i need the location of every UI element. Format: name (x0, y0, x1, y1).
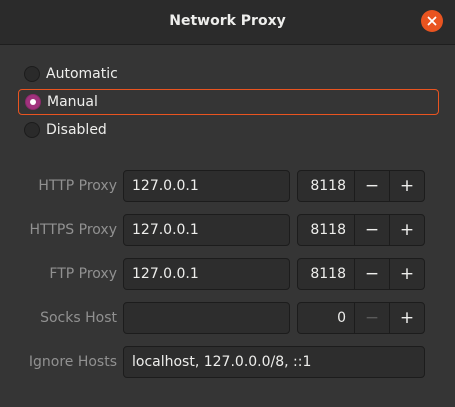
socks-host-label: Socks Host (40, 310, 117, 326)
mode-disabled-label: Disabled (46, 122, 107, 138)
http-proxy-label: HTTP Proxy (38, 178, 117, 194)
ftp-proxy-host-input[interactable]: 127.0.0.1 (123, 258, 290, 290)
dialog-title: Network Proxy (169, 13, 286, 29)
ftp-proxy-port-value[interactable]: 8118 (298, 259, 354, 289)
network-proxy-dialog: Network Proxy Automatic Manual Disabled … (0, 0, 455, 407)
https-port-decrement-button[interactable]: − (354, 215, 389, 245)
ignore-hosts-label: Ignore Hosts (28, 354, 117, 370)
https-proxy-port-value[interactable]: 8118 (298, 215, 354, 245)
http-proxy-port-spinner: 8118 − + (297, 170, 425, 202)
http-proxy-port-value[interactable]: 8118 (298, 171, 354, 201)
radio-manual[interactable] (25, 94, 41, 110)
ignore-hosts-input[interactable]: localhost, 127.0.0.0/8, ::1 (123, 346, 425, 378)
https-port-increment-button[interactable]: + (389, 215, 424, 245)
ftp-port-decrement-button[interactable]: − (354, 259, 389, 289)
https-proxy-label: HTTPS Proxy (29, 222, 117, 238)
titlebar: Network Proxy (0, 0, 455, 45)
http-port-decrement-button[interactable]: − (354, 171, 389, 201)
socks-host-input[interactable] (123, 302, 290, 334)
socks-port-increment-button[interactable]: + (389, 303, 424, 333)
socks-port-spinner: 0 − + (297, 302, 425, 334)
http-proxy-host-input[interactable]: 127.0.0.1 (123, 170, 290, 202)
mode-disabled-option[interactable]: Disabled (18, 117, 439, 143)
ftp-port-increment-button[interactable]: + (389, 259, 424, 289)
mode-automatic-option[interactable]: Automatic (18, 61, 439, 87)
radio-automatic[interactable] (24, 66, 40, 82)
https-proxy-host-input[interactable]: 127.0.0.1 (123, 214, 290, 246)
http-port-increment-button[interactable]: + (389, 171, 424, 201)
radio-disabled[interactable] (24, 122, 40, 138)
socks-port-decrement-button: − (354, 303, 389, 333)
ftp-proxy-port-spinner: 8118 − + (297, 258, 425, 290)
close-button[interactable] (421, 10, 443, 32)
mode-manual-label: Manual (47, 94, 98, 110)
close-icon (427, 16, 437, 26)
mode-manual-option[interactable]: Manual (18, 89, 439, 115)
https-proxy-port-spinner: 8118 − + (297, 214, 425, 246)
ftp-proxy-label: FTP Proxy (49, 266, 117, 282)
mode-automatic-label: Automatic (46, 66, 118, 82)
socks-port-value[interactable]: 0 (298, 303, 354, 333)
